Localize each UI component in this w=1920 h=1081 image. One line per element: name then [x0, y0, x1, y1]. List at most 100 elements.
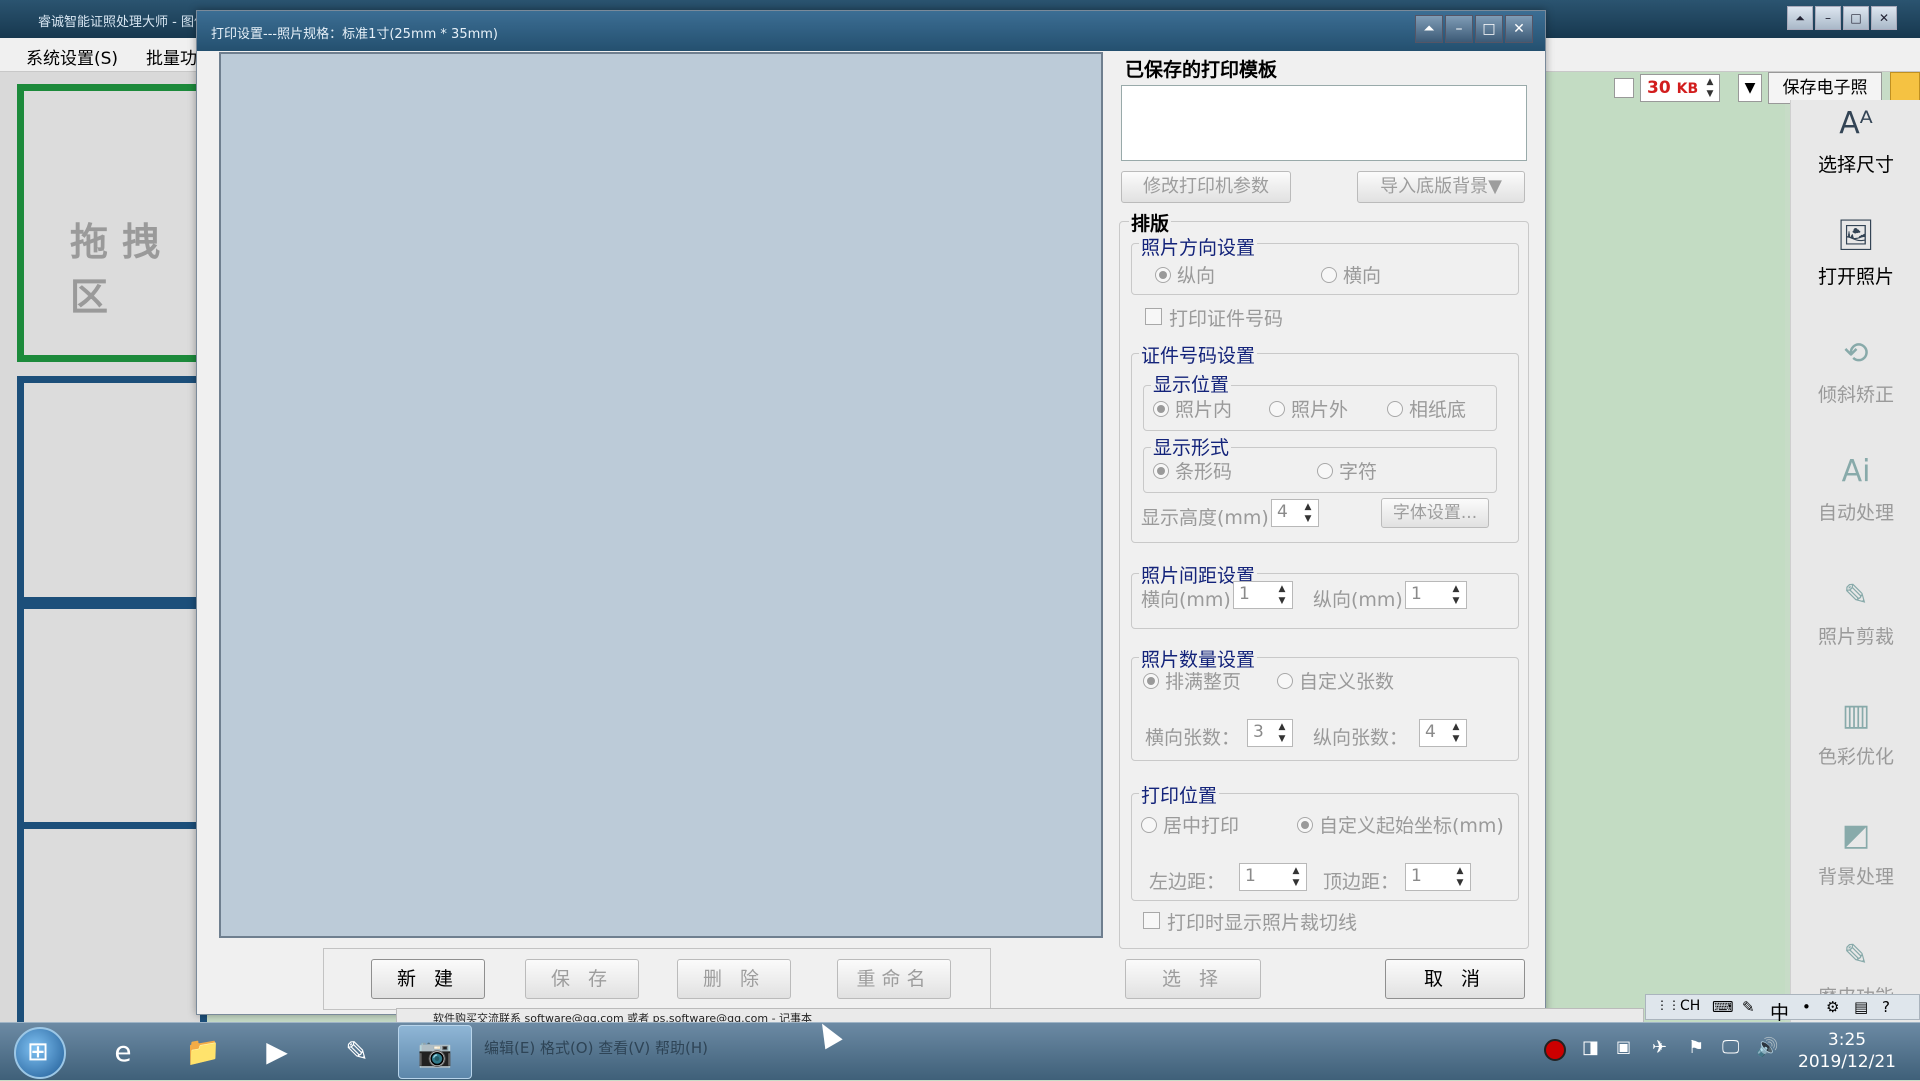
pos-inside-label: 照片内: [1175, 399, 1233, 421]
center-print-label: 居中打印: [1163, 815, 1240, 837]
size-limit-unit: KB: [1676, 81, 1699, 97]
top-margin-stepper[interactable]: 1 ▲ ▼: [1405, 863, 1471, 891]
spacing-v-stepper[interactable]: 1 ▲ ▼: [1405, 581, 1467, 609]
tool-open-photo[interactable]: 🖼 打开照片: [1791, 216, 1920, 289]
network-icon[interactable]: 🖵: [1722, 1037, 1739, 1058]
spinner-arrows-icon[interactable]: ▲ ▼: [1448, 721, 1464, 745]
ie-icon[interactable]: e: [86, 1025, 160, 1079]
spinner-arrows-icon[interactable]: ▲ ▼: [1300, 501, 1316, 525]
close-icon[interactable]: ✕: [1871, 6, 1897, 30]
camera-app-icon[interactable]: 📷: [398, 1025, 472, 1079]
count-v-value: 4: [1425, 722, 1436, 742]
pos-inside-radio[interactable]: [1153, 401, 1169, 417]
minimize-icon[interactable]: –: [1445, 15, 1473, 43]
close-icon[interactable]: ✕: [1505, 15, 1533, 43]
height-stepper[interactable]: 4 ▲ ▼: [1271, 499, 1319, 527]
record-icon[interactable]: [1544, 1039, 1566, 1061]
pos-paper-bottom-radio[interactable]: [1387, 401, 1403, 417]
spinner-arrows-icon[interactable]: ▲ ▼: [1274, 721, 1290, 745]
vmware-icon[interactable]: ▣: [1616, 1037, 1631, 1056]
count-v-stepper[interactable]: 4 ▲ ▼: [1419, 719, 1467, 747]
modify-printer-button[interactable]: 修改打印机参数: [1121, 171, 1291, 203]
spinner-arrows-icon[interactable]: ▲ ▼: [1274, 583, 1290, 607]
tool-crop[interactable]: ✎ 照片剪裁: [1791, 576, 1920, 649]
save-template-button[interactable]: 保 存: [525, 959, 639, 999]
thumbnail-slot[interactable]: [17, 602, 207, 830]
pen-icon[interactable]: ✎: [1742, 998, 1755, 1016]
spinner-arrows-icon[interactable]: ▲ ▼: [1448, 583, 1464, 607]
custom-count-radio[interactable]: [1277, 673, 1293, 689]
rename-template-button[interactable]: 重命名: [837, 959, 951, 999]
tool-select-size[interactable]: Aᴬ 选择尺寸: [1791, 104, 1920, 177]
new-template-button[interactable]: 新 建: [371, 959, 485, 999]
maximize-icon[interactable]: □: [1843, 6, 1869, 30]
form-barcode-radio[interactable]: [1153, 463, 1169, 479]
left-margin-stepper[interactable]: 1 ▲ ▼: [1239, 863, 1307, 891]
media-player-icon[interactable]: ▶: [240, 1025, 314, 1079]
tool-sidebar: Aᴬ 选择尺寸 🖼 打开照片 ⟲ 倾斜矫正 Ai 自动处理 ✎ 照片剪裁 ▥ 色彩优化 ◩ 背…: [1790, 100, 1920, 1022]
clock[interactable]: 3:25 2019/12/21: [1782, 1029, 1912, 1073]
landscape-radio[interactable]: [1321, 267, 1337, 283]
ime-mode[interactable]: 中: [1770, 998, 1789, 1025]
keyboard-icon[interactable]: ⌨: [1712, 998, 1734, 1016]
help-icon[interactable]: ?: [1882, 998, 1890, 1016]
print-position-title: 打印位置: [1139, 781, 1220, 808]
plane-icon[interactable]: ✈: [1652, 1037, 1667, 1058]
font-settings-button[interactable]: 字体设置...: [1381, 498, 1489, 528]
folder-icon[interactable]: 📁: [166, 1025, 240, 1079]
print-id-checkbox[interactable]: [1145, 308, 1162, 325]
drop-zone[interactable]: 拖拽区: [17, 84, 207, 362]
landscape-label: 横向: [1343, 265, 1382, 287]
tool-auto-process[interactable]: Ai 自动处理: [1791, 452, 1920, 525]
start-button[interactable]: ⊞: [14, 1027, 66, 1079]
chevron-down-icon[interactable]: ▼: [1738, 74, 1762, 102]
tool-background[interactable]: ◩ 背景处理: [1791, 816, 1920, 889]
menu-system-settings[interactable]: 系统设置(S): [26, 44, 118, 69]
tool-color-optimize[interactable]: ▥ 色彩优化: [1791, 696, 1920, 769]
thumbnail-slot[interactable]: [17, 376, 207, 604]
delete-template-button[interactable]: 删 除: [677, 959, 791, 999]
size-limit-checkbox[interactable]: [1614, 78, 1634, 98]
form-text-radio[interactable]: [1317, 463, 1333, 479]
flag-icon[interactable]: ⚑: [1688, 1037, 1704, 1058]
custom-origin-radio[interactable]: [1297, 817, 1313, 833]
taskbar: ⊞ e 📁 ▶ ✎ 📷 编辑(E) 格式(O) 查看(V) 帮助(H) ◨ ▣ …: [0, 1022, 1920, 1080]
pos-outside-radio[interactable]: [1269, 401, 1285, 417]
tool-label: 照片剪裁: [1817, 626, 1894, 648]
tool-label: 背景处理: [1817, 866, 1894, 888]
restore-icon[interactable]: ⏶: [1787, 6, 1813, 30]
center-print-radio[interactable]: [1141, 817, 1157, 833]
thumbnail-slot[interactable]: [17, 822, 207, 1050]
show-cut-lines-checkbox[interactable]: [1143, 912, 1160, 929]
tool-tilt-correct[interactable]: ⟲ 倾斜矫正: [1791, 334, 1920, 407]
menu-batch[interactable]: 批量功: [146, 44, 197, 69]
saved-templates-list[interactable]: [1121, 85, 1527, 161]
ime-language[interactable]: CH: [1680, 998, 1700, 1014]
size-limit-value: 30: [1647, 78, 1671, 98]
spacing-h-stepper[interactable]: 1 ▲ ▼: [1233, 581, 1293, 609]
minimize-icon[interactable]: –: [1815, 6, 1841, 30]
portrait-radio[interactable]: [1155, 267, 1171, 283]
select-button[interactable]: 选 择: [1125, 959, 1261, 999]
custom-count-label: 自定义张数: [1299, 671, 1395, 693]
count-h-stepper[interactable]: 3 ▲ ▼: [1247, 719, 1293, 747]
fill-page-radio[interactable]: [1143, 673, 1159, 689]
size-limit-spinner[interactable]: ▲ ▼: [1702, 76, 1718, 100]
spinner-arrows-icon[interactable]: ▲ ▼: [1288, 865, 1304, 889]
volume-icon[interactable]: 🔊: [1756, 1037, 1778, 1058]
restore-icon[interactable]: ⏶: [1415, 15, 1443, 43]
dot-icon[interactable]: •: [1802, 998, 1811, 1016]
cancel-button[interactable]: 取 消: [1385, 959, 1525, 999]
spinner-arrows-icon[interactable]: ▲ ▼: [1452, 865, 1468, 889]
import-background-button[interactable]: 导入底版背景▼: [1357, 171, 1525, 203]
notepad-icon[interactable]: ✎: [320, 1025, 394, 1079]
print-id-label: 打印证件号码: [1169, 308, 1284, 330]
settings-icon[interactable]: ⚙: [1826, 998, 1839, 1016]
height-value: 4: [1277, 502, 1288, 522]
menu-icon[interactable]: ▤: [1854, 998, 1868, 1016]
grip-icon[interactable]: ⋮⋮: [1656, 998, 1680, 1012]
tray-app-icon[interactable]: ◨: [1582, 1037, 1599, 1058]
fill-page-label: 排满整页: [1165, 671, 1242, 693]
top-margin-value: 1: [1411, 866, 1422, 886]
maximize-icon[interactable]: □: [1475, 15, 1503, 43]
